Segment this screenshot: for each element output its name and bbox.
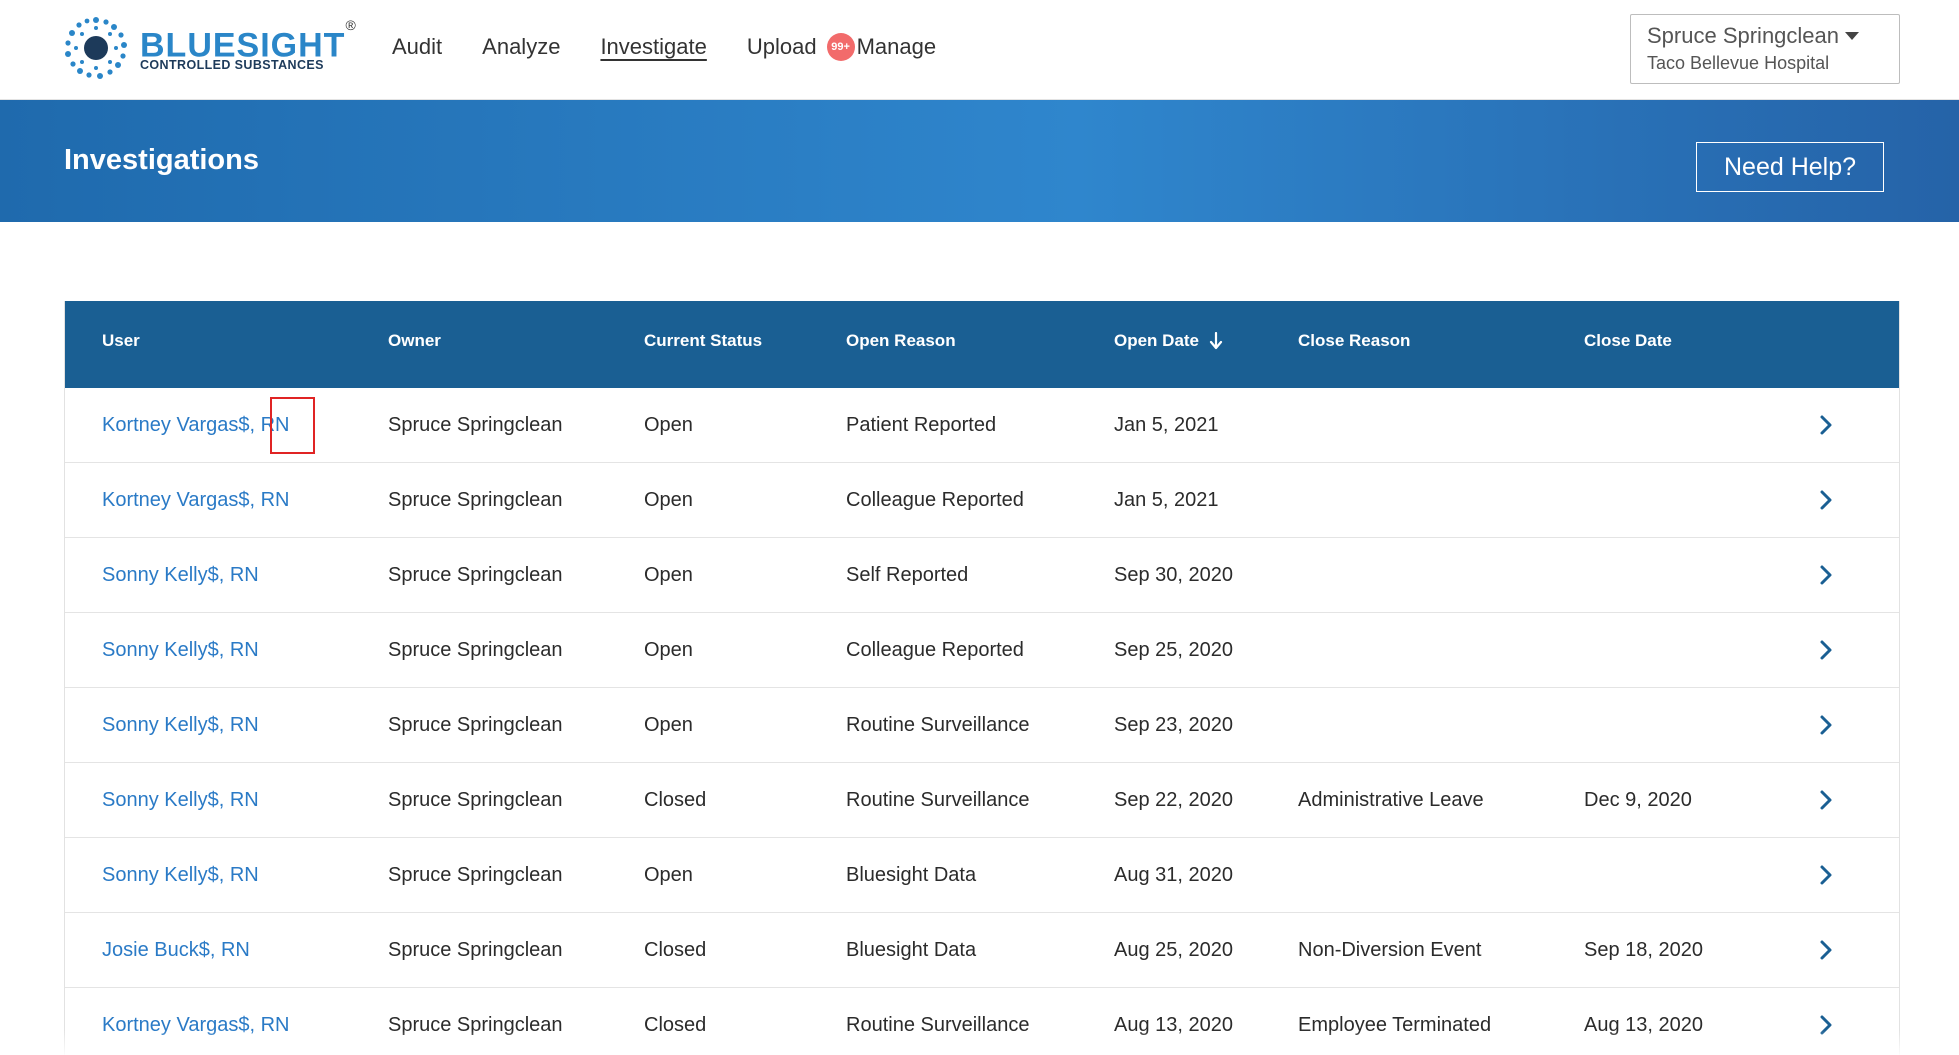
row-user[interactable]: Sonny Kelly$, RN: [102, 637, 259, 663]
table-row[interactable]: Sonny Kelly$, RN Spruce Springclean Open Bl…: [65, 838, 1899, 913]
chevron-right-icon[interactable]: [1819, 414, 1833, 436]
nav-analyze[interactable]: Analyze: [482, 34, 560, 60]
row-open-date: Sep 25, 2020: [1114, 639, 1233, 661]
row-owner: Spruce Springclean: [388, 939, 563, 961]
investigations-table: User Owner Current Status Open Reason Op…: [64, 301, 1900, 1055]
chevron-right-icon[interactable]: [1819, 639, 1833, 661]
account-switcher[interactable]: Spruce Springclean Taco Bellevue Hospita…: [1630, 14, 1900, 84]
table-row[interactable]: Sonny Kelly$, RN Spruce Springclean Open Ro…: [65, 688, 1899, 763]
row-open-date: Sep 30, 2020: [1114, 564, 1233, 586]
row-open-date: Sep 23, 2020: [1114, 714, 1233, 736]
account-facility: Taco Bellevue Hospital: [1647, 53, 1830, 73]
registered-mark: ®: [345, 17, 357, 33]
row-status: Open: [644, 564, 693, 586]
chevron-right-icon[interactable]: [1819, 564, 1833, 586]
row-close-reason: Non-Diversion Event: [1298, 939, 1482, 961]
column-header-open-date[interactable]: Open Date: [1114, 331, 1223, 351]
row-status: Open: [644, 714, 693, 736]
table-row[interactable]: Kortney Vargas$, RN Spruce Springclean Ope…: [65, 388, 1899, 463]
table-row[interactable]: Sonny Kelly$, RN Spruce Springclean Open Se…: [65, 538, 1899, 613]
row-owner: Spruce Springclean: [388, 714, 563, 736]
chevron-right-icon[interactable]: [1819, 939, 1833, 961]
column-header-close-date[interactable]: Close Date: [1584, 331, 1672, 351]
table-header: User Owner Current Status Open Reason Op…: [65, 301, 1899, 388]
row-user[interactable]: Sonny Kelly$, RN: [102, 562, 259, 588]
account-user-name: Spruce Springclean: [1647, 23, 1840, 48]
row-open-date: Jan 5, 2021: [1114, 489, 1219, 511]
table-row[interactable]: Sonny Kelly$, RN Spruce Springclean Closed…: [65, 763, 1899, 838]
upload-count-badge: 99+: [826, 33, 855, 61]
row-open-date: Jan 5, 2021: [1114, 414, 1219, 436]
row-open-reason: Colleague Reported: [846, 639, 1024, 661]
main-nav: Audit Analyze Investigate Upload 99+ Man…: [392, 30, 976, 64]
row-open-reason: Colleague Reported: [846, 489, 1024, 511]
row-user[interactable]: Josie Buck$, RN: [102, 937, 250, 963]
row-open-date: Aug 25, 2020: [1114, 939, 1233, 961]
row-status: Open: [644, 489, 693, 511]
column-header-open-date-label: Open Date: [1114, 331, 1200, 350]
row-status: Open: [644, 639, 693, 661]
chevron-right-icon[interactable]: [1819, 789, 1833, 811]
row-owner: Spruce Springclean: [388, 789, 563, 811]
column-header-owner[interactable]: Owner: [388, 331, 441, 351]
row-open-reason: Routine Surveillance: [846, 714, 1030, 736]
chevron-right-icon[interactable]: [1819, 864, 1833, 886]
scroll-fade: [0, 1030, 1959, 1055]
row-user[interactable]: Kortney Vargas$, RN: [102, 412, 290, 438]
nav-manage[interactable]: Manage: [857, 34, 937, 60]
bluesight-logo-mark-icon: [65, 17, 127, 79]
table-row[interactable]: Sonny Kelly$, RN Spruce Springclean Open Co…: [65, 613, 1899, 688]
caret-down-icon: [1845, 32, 1860, 40]
top-navigation-bar: BLUESIGHT® CONTROLLED SUBSTANCES Audit A…: [0, 0, 1959, 100]
sort-descending-icon: [1209, 332, 1223, 350]
brand-name: BLUESIGHT®: [140, 17, 357, 62]
table-row[interactable]: Josie Buck$, RN Spruce Springclean Closed B…: [65, 913, 1899, 988]
row-close-date: Dec 9, 2020: [1584, 789, 1692, 811]
row-status: Closed: [644, 939, 707, 961]
row-status: Closed: [644, 789, 707, 811]
row-status: Open: [644, 414, 693, 436]
column-header-close-reason[interactable]: Close Reason: [1298, 331, 1410, 351]
row-status: Open: [644, 864, 693, 886]
need-help-button[interactable]: Need Help?: [1696, 142, 1884, 192]
row-user[interactable]: Sonny Kelly$, RN: [102, 787, 259, 813]
bluesight-logo[interactable]: BLUESIGHT® CONTROLLED SUBSTANCES: [62, 14, 362, 84]
row-open-reason: Patient Reported: [846, 414, 997, 436]
row-open-reason: Bluesight Data: [846, 939, 977, 961]
nav-upload[interactable]: Upload: [747, 34, 817, 60]
nav-upload-label: Upload: [746, 34, 817, 59]
row-owner: Spruce Springclean: [388, 564, 563, 586]
page-title: Investigations: [64, 144, 259, 176]
row-user[interactable]: Sonny Kelly$, RN: [102, 712, 259, 738]
row-user[interactable]: Kortney Vargas$, RN: [102, 487, 290, 513]
row-owner: Spruce Springclean: [388, 864, 563, 886]
brand-tagline: CONTROLLED SUBSTANCES: [140, 58, 324, 72]
nav-audit[interactable]: Audit: [392, 34, 442, 60]
row-close-date: Sep 18, 2020: [1584, 939, 1703, 961]
row-open-reason: Bluesight Data: [846, 864, 977, 886]
column-header-open-reason[interactable]: Open Reason: [846, 331, 956, 351]
table-row[interactable]: Kortney Vargas$, RN Spruce Springclean Ope…: [65, 463, 1899, 538]
row-owner: Spruce Springclean: [388, 639, 563, 661]
row-open-date: Aug 31, 2020: [1114, 864, 1233, 886]
row-open-date: Sep 22, 2020: [1114, 789, 1233, 811]
row-owner: Spruce Springclean: [388, 414, 563, 436]
row-open-reason: Self Reported: [846, 564, 969, 586]
row-user[interactable]: Sonny Kelly$, RN: [102, 862, 259, 888]
page-header-banner: Investigations Need Help?: [0, 100, 1959, 222]
row-open-reason: Routine Surveillance: [846, 789, 1030, 811]
chevron-right-icon[interactable]: [1819, 714, 1833, 736]
nav-investigate[interactable]: Investigate: [600, 34, 706, 60]
row-close-reason: Administrative Leave: [1298, 789, 1484, 811]
chevron-right-icon[interactable]: [1819, 489, 1833, 511]
column-header-current-status[interactable]: Current Status: [644, 331, 762, 351]
account-user: Spruce Springclean: [1647, 23, 1883, 49]
row-owner: Spruce Springclean: [388, 489, 563, 511]
column-header-user[interactable]: User: [102, 331, 140, 351]
